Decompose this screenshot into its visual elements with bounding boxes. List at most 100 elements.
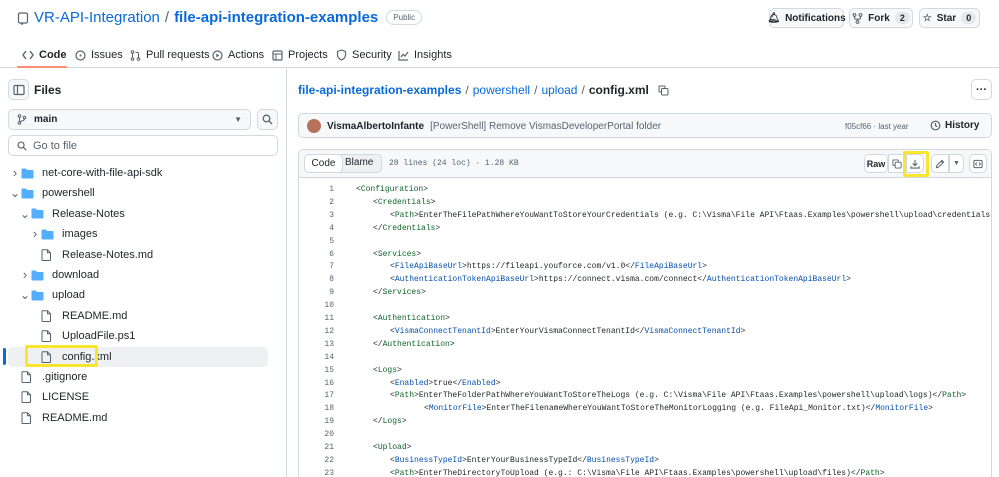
line-number[interactable]: 9 — [300, 288, 334, 297]
tree-file[interactable]: README.md — [8, 306, 268, 326]
repo-separator: / — [164, 9, 170, 26]
commit-hash[interactable]: f05cf66 · last year — [845, 122, 909, 131]
symbols-icon — [973, 159, 983, 168]
code-line: 15 <Logs> — [300, 366, 990, 379]
blame-view-tab[interactable]: Blame — [345, 157, 373, 168]
line-number[interactable]: 16 — [300, 379, 334, 388]
caret-down-icon: ▼ — [953, 160, 960, 167]
line-number[interactable]: 3 — [300, 211, 334, 220]
line-content: </Credentials> — [373, 223, 441, 233]
more-options-button[interactable]: ··· — [971, 79, 992, 100]
line-number[interactable]: 7 — [300, 262, 334, 271]
tree-folder[interactable]: › net-core-with-file-api-sdk — [8, 163, 268, 183]
edit-file-button[interactable] — [931, 154, 949, 173]
tab-pull-requests[interactable]: Pull requests — [130, 44, 210, 66]
go-to-file-input[interactable]: Go to file — [8, 135, 278, 156]
tree-folder[interactable]: ⌄ Release-Notes — [8, 204, 268, 224]
breadcrumb-powershell[interactable]: powershell — [473, 83, 530, 97]
code-line: 5 — [300, 237, 990, 250]
history-link[interactable]: History — [930, 120, 979, 131]
tree-folder[interactable]: › download — [8, 265, 268, 285]
star-button[interactable]: ☆ Star 0 — [919, 8, 980, 28]
tree-folder[interactable]: ⌄ powershell — [8, 183, 268, 203]
collapse-sidebar-button[interactable] — [8, 79, 29, 100]
line-number[interactable]: 11 — [300, 314, 334, 323]
code-view-tab[interactable]: Code — [304, 154, 343, 173]
folder-icon — [31, 290, 47, 301]
tab-issues[interactable]: Issues — [75, 44, 123, 66]
breadcrumb-root[interactable]: file-api-integration-examples — [298, 83, 461, 97]
line-number[interactable]: 12 — [300, 327, 334, 336]
file-icon — [21, 391, 37, 404]
notifications-button[interactable]: 🔔︎ Notifications — [767, 8, 846, 28]
line-number[interactable]: 15 — [300, 366, 334, 375]
code-line: 22 <BusinessTypeId>EnterYourBusinessTypeI… — [300, 456, 990, 469]
tree-folder[interactable]: › images — [8, 224, 268, 244]
search-files-button[interactable] — [257, 109, 278, 130]
breadcrumb-upload[interactable]: upload — [541, 83, 577, 97]
chevron-right-icon[interactable]: › — [29, 227, 41, 240]
chevron-down-icon[interactable]: ⌄ — [9, 187, 21, 199]
line-number[interactable]: 14 — [300, 353, 334, 362]
tree-file[interactable]: LICENSE — [8, 387, 268, 407]
file-icon — [41, 248, 57, 261]
code-line: 12 <VismaConnectTenantId>EnterYourVismaCo… — [300, 327, 990, 340]
tab-projects[interactable]: Projects — [272, 44, 328, 66]
fork-button[interactable]: Fork 2 — [849, 8, 913, 28]
line-number[interactable]: 17 — [300, 391, 334, 400]
search-icon — [17, 141, 27, 151]
chevron-right-icon[interactable]: › — [9, 166, 21, 179]
code-line: 9 </Services> — [300, 288, 990, 301]
repo-owner-link[interactable]: VR-API-Integration — [34, 9, 160, 26]
line-number[interactable]: 1 — [300, 185, 334, 194]
raw-button[interactable]: Raw — [864, 154, 888, 173]
branch-selector[interactable]: main ▼ — [8, 109, 251, 130]
star-count: 0 — [961, 12, 977, 24]
edit-options-button[interactable]: ▼ — [949, 154, 964, 173]
repo-name-link[interactable]: file-api-integration-examples — [174, 9, 378, 26]
line-number[interactable]: 4 — [300, 224, 334, 233]
line-number[interactable]: 21 — [300, 443, 334, 452]
file-icon — [41, 310, 57, 322]
line-number[interactable]: 5 — [300, 237, 334, 246]
line-number[interactable]: 22 — [300, 456, 334, 465]
tree-folder[interactable]: ⌄ upload — [8, 285, 268, 305]
tab-code-underline — [17, 66, 67, 68]
line-number[interactable]: 18 — [300, 404, 334, 413]
copy-path-icon[interactable] — [658, 85, 669, 96]
file-toolbar: Code Blame 28 lines (24 loc) · 1.28 KB R… — [299, 150, 991, 178]
commit-message[interactable]: [PowerShell] Remove VismasDeveloperPorta… — [430, 121, 661, 132]
line-number[interactable]: 19 — [300, 417, 334, 426]
fork-label: Fork — [868, 12, 890, 24]
line-number[interactable]: 6 — [300, 250, 334, 259]
line-content: <Logs> — [373, 365, 402, 375]
pencil-icon — [935, 159, 945, 168]
line-number[interactable]: 2 — [300, 198, 334, 207]
file-icon — [21, 412, 37, 424]
tree-file[interactable]: .gitignore — [8, 367, 268, 387]
line-content: <Path>EnterTheFilePathWhereYouWantToStor… — [390, 210, 990, 220]
tab-insights[interactable]: Insights — [398, 44, 452, 66]
symbols-panel-button[interactable] — [969, 154, 987, 173]
tab-projects-label: Projects — [288, 49, 328, 61]
tree-file[interactable]: README.md — [8, 408, 268, 428]
shield-icon — [336, 49, 347, 61]
tab-security[interactable]: Security — [336, 44, 392, 66]
code-line: 11 <Authentication> — [300, 314, 990, 327]
fork-count: 2 — [894, 12, 910, 24]
copy-icon — [892, 158, 902, 169]
chevron-right-icon[interactable]: › — [19, 268, 31, 281]
line-number[interactable]: 20 — [300, 430, 334, 439]
line-number[interactable]: 10 — [300, 301, 334, 310]
tab-code[interactable]: Code — [22, 44, 67, 66]
line-number[interactable]: 8 — [300, 275, 334, 284]
line-number[interactable]: 13 — [300, 340, 334, 349]
tab-actions[interactable]: Actions — [212, 44, 264, 66]
tree-file[interactable]: Release-Notes.md — [8, 245, 268, 265]
line-number[interactable]: 23 — [300, 469, 334, 477]
chevron-down-icon[interactable]: ⌄ — [19, 208, 31, 220]
chevron-down-icon[interactable]: ⌄ — [19, 289, 31, 301]
tree-file[interactable]: UploadFile.ps1 — [8, 326, 268, 346]
commit-author[interactable]: VismaAlbertoInfante — [327, 121, 424, 132]
file-icon — [41, 330, 57, 343]
